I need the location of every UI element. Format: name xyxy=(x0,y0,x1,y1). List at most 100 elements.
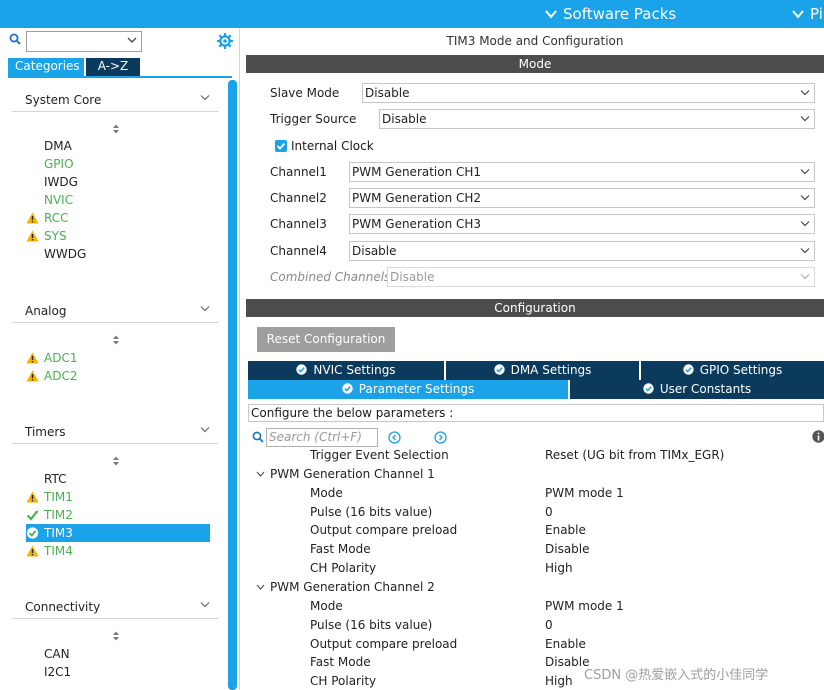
chevron-down-icon xyxy=(800,195,810,201)
parameter-name: Output compare preload xyxy=(310,636,458,651)
sort-arrows-icon[interactable] xyxy=(112,456,120,466)
page-title: TIM3 Mode and Configuration xyxy=(446,34,624,48)
chevron-down-icon xyxy=(200,427,210,433)
peripheral-label: TIM3 xyxy=(44,526,73,540)
peripheral-sys[interactable]: SYS xyxy=(26,227,210,245)
chevron-down-icon xyxy=(200,95,210,101)
chevron-down-icon xyxy=(800,221,810,227)
mode-row-trigger-source: Trigger Source Disable xyxy=(270,109,815,129)
warning-icon xyxy=(26,230,39,242)
peripheral-nvic[interactable]: NVIC xyxy=(26,191,210,209)
peripheral-gpio[interactable]: GPIO xyxy=(26,155,210,173)
peripheral-label: WWDG xyxy=(44,247,87,261)
sort-arrows-icon[interactable] xyxy=(112,335,120,345)
category-system-core[interactable]: System Core xyxy=(12,88,218,112)
peripheral-label: IWDG xyxy=(44,175,78,189)
peripheral-rtc[interactable]: RTC xyxy=(26,470,210,488)
mode-select: Disable xyxy=(387,267,815,287)
mode-select-value: PWM Generation CH2 xyxy=(352,191,482,205)
search-previous-icon[interactable] xyxy=(388,431,401,444)
peripheral-iwdg[interactable]: IWDG xyxy=(26,173,210,191)
warning-icon xyxy=(26,545,39,557)
pinout-menu[interactable]: Pi xyxy=(792,5,823,23)
tab-dma-settings[interactable]: DMA Settings xyxy=(446,361,639,380)
peripheral-can[interactable]: CAN xyxy=(26,645,210,663)
category-search-input[interactable] xyxy=(26,31,142,52)
parameter-group[interactable]: PWM Generation Channel 1 xyxy=(246,465,824,484)
check-circle-icon xyxy=(643,383,654,394)
parameter-row[interactable]: Trigger Event Selection Reset (UG bit fro… xyxy=(246,446,824,465)
parameter-row[interactable]: Fast Mode Disable xyxy=(246,540,824,559)
tab-gpio-settings[interactable]: GPIO Settings xyxy=(641,361,824,380)
info-icon[interactable] xyxy=(812,430,824,443)
warning-icon xyxy=(26,352,39,364)
search-next-icon[interactable] xyxy=(434,431,447,444)
mode-select[interactable]: Disable xyxy=(349,241,815,261)
parameter-row[interactable]: CH Polarity High xyxy=(246,559,824,578)
category-analog[interactable]: Analog xyxy=(12,299,218,323)
software-packs-menu[interactable]: Software Packs xyxy=(545,5,676,23)
mode-select[interactable]: Disable xyxy=(362,83,815,103)
parameter-search-input[interactable]: Search (Ctrl+F) xyxy=(266,428,378,447)
gear-icon[interactable] xyxy=(216,32,234,50)
peripheral-adc1[interactable]: ADC1 xyxy=(26,349,210,367)
chevron-down-icon xyxy=(200,602,210,608)
category-scrollbar[interactable] xyxy=(228,80,237,690)
peripheral-tim1[interactable]: TIM1 xyxy=(26,488,210,506)
peripheral-label: TIM4 xyxy=(44,544,73,558)
parameter-value: PWM mode 1 xyxy=(545,598,624,613)
chevron-down-icon xyxy=(200,306,210,312)
category-title: Connectivity xyxy=(25,600,101,614)
parameter-row[interactable]: Pulse (16 bits value) 0 xyxy=(246,503,824,522)
parameter-group[interactable]: PWM Generation Channel 2 xyxy=(246,578,824,597)
peripheral-dma[interactable]: DMA xyxy=(26,137,210,155)
mode-select[interactable]: Disable xyxy=(379,109,815,129)
mode-label: Channel3 xyxy=(270,217,327,231)
parameter-name: Fast Mode xyxy=(310,655,371,670)
peripheral-tim2[interactable]: TIM2 xyxy=(26,506,210,524)
tab-nvic-settings[interactable]: NVIC Settings xyxy=(248,361,444,380)
tab-user-constants[interactable]: User Constants xyxy=(570,380,824,399)
parameter-name: CH Polarity xyxy=(310,561,377,576)
peripheral-i2c1[interactable]: I2C1 xyxy=(26,663,210,681)
mode-select[interactable]: PWM Generation CH3 xyxy=(349,214,815,234)
parameter-row[interactable]: Mode PWM mode 1 xyxy=(246,597,824,616)
parameter-row[interactable]: Pulse (16 bits value) 0 xyxy=(246,616,824,635)
peripheral-rcc[interactable]: RCC xyxy=(26,209,210,227)
peripheral-label: GPIO xyxy=(44,157,74,171)
parameter-value: PWM mode 1 xyxy=(545,485,624,500)
chevron-down-icon[interactable] xyxy=(256,584,265,591)
parameter-value: Enable xyxy=(545,523,586,538)
category-connectivity[interactable]: Connectivity xyxy=(12,595,218,619)
mode-select-value: Disable xyxy=(352,244,397,258)
category-timers[interactable]: Timers xyxy=(12,420,218,444)
parameter-name: Pulse (16 bits value) xyxy=(310,617,433,632)
tab-label: User Constants xyxy=(659,382,752,396)
peripheral-label: TIM1 xyxy=(44,490,73,504)
reset-configuration-button[interactable]: Reset Configuration xyxy=(257,327,395,352)
tab-parameter-settings[interactable]: Parameter Settings xyxy=(248,380,568,399)
peripheral-tim3[interactable]: TIM3 xyxy=(26,524,210,542)
chevron-down-icon xyxy=(800,248,810,254)
mode-select-value: Disable xyxy=(390,270,435,284)
sort-arrows-icon[interactable] xyxy=(112,124,120,134)
parameter-row[interactable]: Mode PWM mode 1 xyxy=(246,484,824,503)
check-icon xyxy=(26,510,39,521)
parameter-row[interactable]: Output compare preload Enable xyxy=(246,635,824,654)
peripheral-adc2[interactable]: ADC2 xyxy=(26,367,210,385)
tab-label: DMA Settings xyxy=(510,363,592,377)
tab-a-z[interactable]: A->Z xyxy=(86,58,140,76)
tab-categories[interactable]: Categories xyxy=(8,58,84,76)
chevron-down-icon xyxy=(545,10,557,19)
sort-arrows-icon[interactable] xyxy=(112,631,120,641)
mode-row-combined-channels: Combined Channels Disable xyxy=(270,267,815,287)
parameter-row[interactable]: Output compare preload Enable xyxy=(246,521,824,540)
parameter-value: Disable xyxy=(545,655,590,670)
parameter-value: 0 xyxy=(545,504,553,519)
peripheral-tim4[interactable]: TIM4 xyxy=(26,542,210,560)
mode-select[interactable]: PWM Generation CH1 xyxy=(349,162,815,182)
peripheral-wwdg[interactable]: WWDG xyxy=(26,245,210,263)
chevron-down-icon[interactable] xyxy=(256,471,265,478)
mode-select[interactable]: PWM Generation CH2 xyxy=(349,188,815,208)
mode-row-channel3: Channel3 PWM Generation CH3 xyxy=(270,214,815,234)
